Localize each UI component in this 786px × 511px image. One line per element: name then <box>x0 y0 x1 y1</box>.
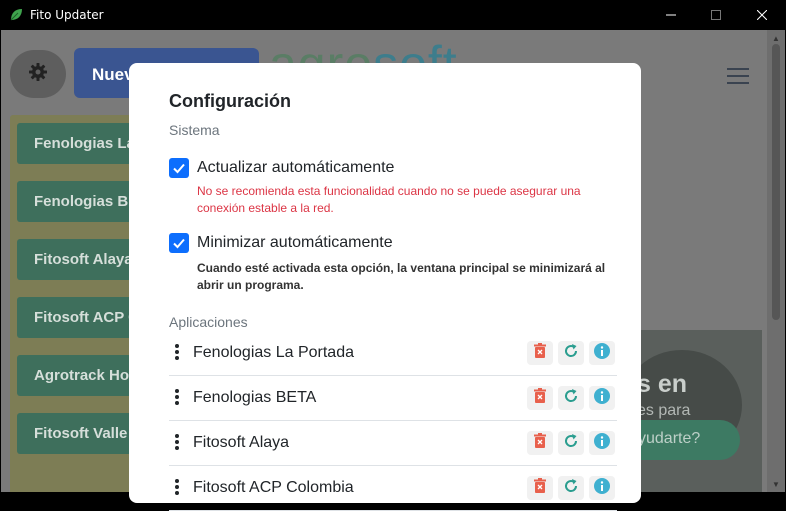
settings-modal: Configuración Sistema Actualizar automát… <box>129 63 641 511</box>
delete-button[interactable] <box>527 431 553 455</box>
drag-handle-icon[interactable] <box>175 389 179 405</box>
list-item: Fitosoft ACP Colombia <box>169 466 617 511</box>
delete-button[interactable] <box>527 341 553 365</box>
auto-update-help: No se recomienda esta funcionalidad cuan… <box>197 184 581 215</box>
trash-icon <box>533 342 547 364</box>
minimize-button[interactable] <box>648 0 694 30</box>
app-window: Fito Updater Nuevo agrosoft Fenologias L… <box>0 0 786 511</box>
refresh-button[interactable] <box>558 341 584 365</box>
sidebar-item[interactable]: Fenologias BETA <box>17 181 141 222</box>
sidebar: Fenologias La Portada Fenologias BETA Fi… <box>10 115 141 492</box>
settings-button[interactable] <box>10 50 66 98</box>
hero-subheading: es para <box>637 402 691 419</box>
refresh-button[interactable] <box>558 476 584 500</box>
window-scrollbar[interactable]: ▲ ▼ <box>767 30 785 492</box>
gear-icon <box>28 62 48 87</box>
scroll-up-arrow-icon[interactable]: ▲ <box>772 34 780 43</box>
hero-heading: s en <box>637 370 688 398</box>
refresh-icon <box>563 478 579 499</box>
list-item: Fenologias BETA <box>169 376 617 421</box>
info-button[interactable] <box>589 341 615 365</box>
refresh-icon <box>563 343 579 364</box>
refresh-button[interactable] <box>558 386 584 410</box>
trash-icon <box>533 477 547 499</box>
trash-icon <box>533 387 547 409</box>
info-icon <box>594 342 610 364</box>
app-name: Fitosoft Alaya <box>193 434 290 451</box>
info-icon <box>594 477 610 499</box>
app-name: Fenologias La Portada <box>193 344 354 361</box>
sidebar-item[interactable]: Agrotrack Hortalizas <box>17 355 141 396</box>
title-bar: Fito Updater <box>0 0 786 30</box>
leaf-icon <box>10 8 23 26</box>
sidebar-item[interactable]: Fitosoft Alaya <box>17 239 141 280</box>
auto-update-checkbox[interactable] <box>169 158 189 178</box>
window-title: Fito Updater <box>30 8 104 22</box>
auto-update-label: Actualizar automáticamente <box>197 159 395 176</box>
trash-icon <box>533 432 547 454</box>
scroll-down-arrow-icon[interactable]: ▼ <box>772 480 780 489</box>
sidebar-item[interactable]: Fitosoft Valle <box>17 413 141 454</box>
modal-title: Configuración <box>169 91 291 111</box>
app-name: Fenologias BETA <box>193 389 317 406</box>
close-button[interactable] <box>739 0 785 30</box>
sidebar-item[interactable]: Fitosoft ACP Colombia <box>17 297 141 338</box>
scrollbar-thumb[interactable] <box>772 44 780 320</box>
info-button[interactable] <box>589 386 615 410</box>
refresh-icon <box>563 433 579 454</box>
drag-handle-icon[interactable] <box>175 344 179 360</box>
info-button[interactable] <box>589 476 615 500</box>
sidebar-item[interactable]: Fenologias La Portada <box>17 123 141 164</box>
delete-button[interactable] <box>527 386 553 410</box>
auto-minimize-help: Cuando esté activada esta opción, la ven… <box>197 261 606 292</box>
refresh-button[interactable] <box>558 431 584 455</box>
info-button[interactable] <box>589 431 615 455</box>
auto-minimize-checkbox[interactable] <box>169 233 189 253</box>
delete-button[interactable] <box>527 476 553 500</box>
info-icon <box>594 432 610 454</box>
section-system-label: Sistema <box>169 122 220 138</box>
maximize-button[interactable] <box>693 0 739 30</box>
list-item: Fitosoft Alaya <box>169 421 617 466</box>
app-name: Fitosoft ACP Colombia <box>193 479 354 496</box>
list-item: Fenologias La Portada <box>169 331 617 376</box>
section-apps-label: Aplicaciones <box>169 314 248 330</box>
drag-handle-icon[interactable] <box>175 434 179 450</box>
auto-minimize-label: Minimizar automáticamente <box>197 234 393 251</box>
info-icon <box>594 387 610 409</box>
hamburger-icon[interactable] <box>727 68 749 84</box>
refresh-icon <box>563 388 579 409</box>
